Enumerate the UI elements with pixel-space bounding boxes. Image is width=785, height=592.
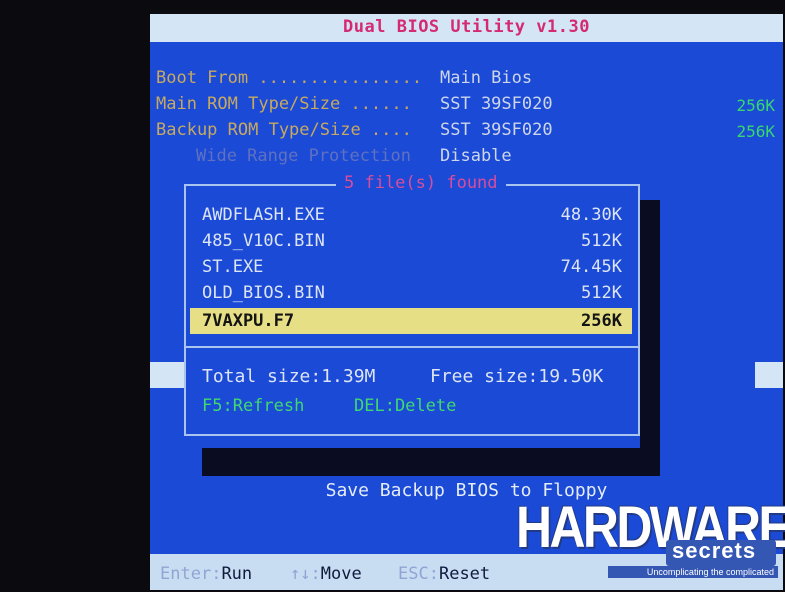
dialog-title: 5 file(s) found [336, 173, 506, 193]
delete-key[interactable]: DEL:Delete [354, 396, 456, 416]
file-size: 48.30K [560, 205, 622, 225]
refresh-key[interactable]: F5:Refresh [202, 396, 304, 416]
wide-range-value[interactable]: Disable [440, 146, 512, 166]
boot-from-label: Boot From ................ [156, 68, 423, 88]
logo-sub: secrets [672, 538, 757, 563]
enter-action: Run [221, 564, 253, 584]
esc-hint[interactable]: ESC:Reset [398, 564, 490, 584]
arrows-icon: ↑↓ [290, 564, 311, 584]
file-row[interactable]: 485_V10C.BIN 512K [190, 228, 632, 254]
file-size: 74.45K [560, 257, 622, 277]
file-name: ST.EXE [202, 257, 264, 277]
total-size: Total size:1.39M [202, 366, 376, 387]
file-name: OLD_BIOS.BIN [202, 283, 325, 303]
backup-rom-value: SST 39SF020 [440, 120, 553, 140]
file-name: AWDFLASH.EXE [202, 205, 325, 225]
file-size: 512K [581, 231, 622, 251]
file-row[interactable]: ST.EXE 74.45K [190, 254, 632, 280]
dialog-shadow-right [640, 200, 660, 448]
dialog-divider [186, 346, 638, 348]
file-row[interactable]: AWDFLASH.EXE 48.30K [190, 202, 632, 228]
file-row-selected[interactable]: 7VAXPU.F7 256K [190, 308, 632, 334]
esc-key: ESC [398, 564, 429, 584]
move-hint[interactable]: ↑↓:Move [290, 564, 362, 584]
page-title: Dual BIOS Utility v1.30 [343, 17, 590, 37]
move-action: Move [320, 564, 362, 584]
main-rom-value: SST 39SF020 [440, 94, 553, 114]
wide-range-label: Wide Range Protection [196, 146, 411, 166]
backup-rom-size: 256K [736, 122, 775, 141]
esc-action: Reset [438, 564, 491, 584]
file-row[interactable]: OLD_BIOS.BIN 512K [190, 280, 632, 306]
main-rom-label: Main ROM Type/Size ...... [156, 94, 412, 114]
hardware-secrets-logo: HARDWARE secrets Uncomplicating the comp… [512, 495, 785, 578]
enter-key: Enter [160, 564, 212, 584]
file-name: 7VAXPU.F7 [202, 311, 295, 331]
logo-tagline: Uncomplicating the complicated [608, 566, 778, 578]
file-name: 485_V10C.BIN [202, 231, 325, 251]
file-size: 256K [581, 311, 622, 331]
boot-from-value: Main Bios [440, 68, 533, 88]
backup-rom-label: Backup ROM Type/Size .... [156, 120, 412, 140]
dialog-shadow-bottom [202, 448, 660, 476]
file-dialog: 5 file(s) found AWDFLASH.EXE 48.30K 485_… [184, 173, 640, 436]
menu-bar-right [755, 362, 783, 388]
menu-bar-left [150, 362, 184, 388]
file-size: 512K [581, 283, 622, 303]
enter-hint[interactable]: Enter:Run [160, 564, 252, 584]
title-bar: Dual BIOS Utility v1.30 [150, 14, 783, 42]
main-rom-size: 256K [736, 96, 775, 115]
free-size: Free size:19.50K [430, 366, 604, 387]
